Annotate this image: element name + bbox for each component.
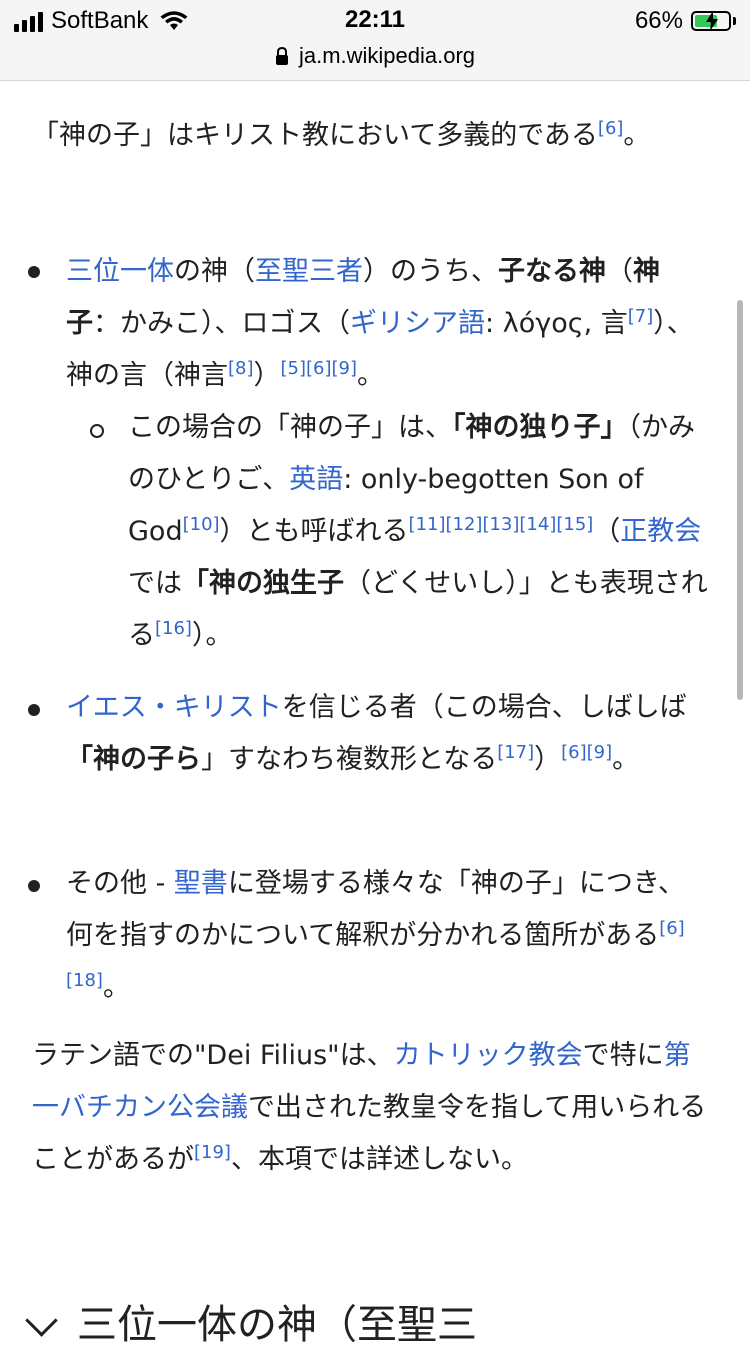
- citation-link[interactable]: [11][12][13][14][15]: [409, 514, 594, 535]
- citation-link[interactable]: [7]: [628, 306, 654, 327]
- list-item-text: イエス・キリストを信じる者（この場合、しばしば「神の子ら」すなわち複数形となる[…: [66, 692, 687, 775]
- citation-link[interactable]: [10]: [183, 514, 220, 535]
- url-text: ja.m.wikipedia.org: [298, 43, 476, 68]
- list-item-text: その他 - 聖書に登場する様々な「神の子」につき、何を指すのかについて解釈が分か…: [66, 868, 686, 1003]
- status-right: 66%: [635, 6, 736, 36]
- citation-link[interactable]: [6][9]: [561, 742, 612, 763]
- link-catholic-church[interactable]: カトリック教会: [394, 1040, 583, 1071]
- link-jesus-christ[interactable]: イエス・キリスト: [66, 692, 282, 723]
- section-heading[interactable]: 三位一体の神（至聖三: [25, 1292, 477, 1350]
- bullet-dot-icon: [28, 266, 40, 278]
- citation-link[interactable]: [5][6][9]: [281, 358, 358, 379]
- sub-list-item-text: この場合の「神の子」は、「神の独り子」（かみのひとりご、英語: only-beg…: [128, 412, 708, 651]
- citation-link[interactable]: [8]: [228, 358, 254, 379]
- lock-icon: [275, 47, 288, 65]
- latin-paragraph: ラテン語での"Dei Filius"は、カトリック教会で特に第一バチカン公会議で…: [32, 1040, 707, 1175]
- link-greek[interactable]: ギリシア語: [350, 308, 485, 339]
- citation-link[interactable]: [16]: [155, 618, 192, 639]
- citation-link[interactable]: [6]: [598, 118, 624, 139]
- battery-icon: [691, 11, 731, 31]
- status-bar: SoftBank 22:11 66% ja.m.wikipedia.org: [0, 0, 750, 81]
- link-bible[interactable]: 聖書: [174, 868, 228, 899]
- link-trinity[interactable]: 三位一体: [66, 256, 174, 287]
- link-english[interactable]: 英語: [289, 464, 343, 495]
- scrollbar[interactable]: [737, 300, 743, 700]
- intro-paragraph: 「神の子」はキリスト教において多義的である[6]。: [32, 118, 651, 152]
- list-item-text: 三位一体の神（至聖三者）のうち、子なる神（神子：かみこ）、ロゴス（ギリシア語: …: [66, 256, 694, 391]
- link-orthodox-church[interactable]: 正教会: [620, 516, 701, 547]
- battery-percent: 66%: [634, 7, 683, 34]
- bullet-dot-icon: [28, 880, 40, 892]
- url-bar[interactable]: ja.m.wikipedia.org: [0, 40, 750, 72]
- sub-bullet-circle-icon: [90, 424, 104, 438]
- link-holy-trinity[interactable]: 至聖三者: [255, 256, 363, 287]
- citation-link[interactable]: [19]: [194, 1142, 231, 1163]
- citation-link[interactable]: [17]: [497, 742, 534, 763]
- chevron-down-icon[interactable]: [25, 1304, 58, 1337]
- bullet-dot-icon: [28, 704, 40, 716]
